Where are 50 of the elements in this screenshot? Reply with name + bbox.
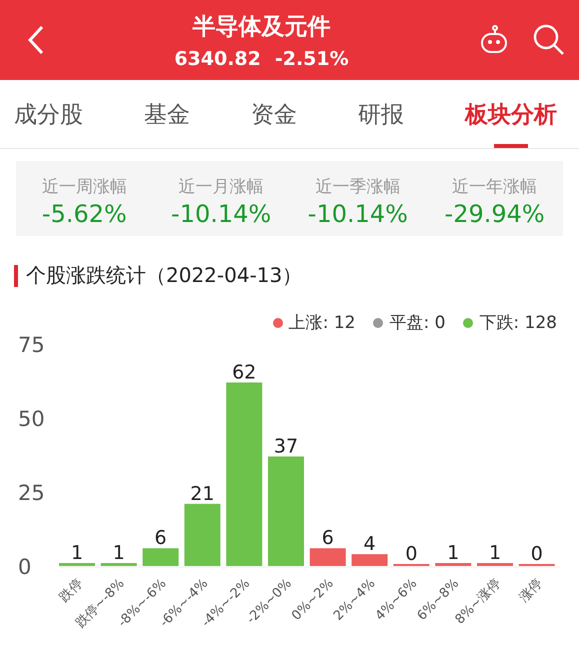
data-label: 4	[364, 533, 376, 556]
bar	[477, 563, 513, 566]
index-price: 6340.82	[174, 48, 261, 70]
bar	[184, 504, 220, 566]
category-label: 跌停	[56, 576, 86, 606]
data-label: 1	[488, 542, 502, 564]
tab[interactable]: 资金	[251, 80, 297, 148]
bar	[59, 563, 95, 566]
axis-label: 50	[18, 407, 45, 431]
price-change: -2.51%	[274, 48, 349, 70]
data-label: 21	[190, 482, 214, 505]
category-label: 涨停	[516, 576, 546, 606]
data-label: 1	[70, 542, 84, 564]
data-label: 1	[447, 542, 460, 564]
legend-label: 平盘: 0	[389, 312, 446, 334]
axis-label: 0	[18, 555, 32, 579]
bar	[142, 548, 179, 566]
legend-label: 上涨: 12	[288, 312, 356, 334]
bar	[310, 548, 346, 566]
data-label: 6	[154, 527, 167, 550]
data-label: 1	[112, 542, 125, 564]
tab[interactable]: 成分股	[14, 80, 83, 148]
bar	[435, 563, 472, 566]
bar	[100, 563, 137, 566]
stat-value: -10.14%	[308, 200, 408, 228]
data-label: 0	[530, 543, 543, 565]
data-label: 6	[322, 527, 334, 550]
data-label: 37	[274, 435, 298, 458]
robot-icon[interactable]	[478, 25, 509, 55]
stat-value: -5.62%	[42, 200, 127, 228]
section-marker	[14, 264, 18, 286]
axis-label: 75	[18, 333, 45, 357]
data-label: 62	[232, 361, 256, 384]
stat-label: 近一月涨幅	[178, 176, 264, 198]
axis-label: 25	[18, 481, 45, 505]
stat-label: 近一季涨幅	[315, 176, 400, 198]
bar	[352, 554, 388, 566]
stat-value: -10.14%	[171, 200, 272, 228]
legend-label: 下跌: 128	[479, 312, 557, 334]
search-icon[interactable]	[532, 24, 565, 56]
sector-title: 半导体及元件	[192, 12, 330, 42]
stat-label: 近一周涨幅	[42, 176, 127, 198]
stat-label: 近一年涨幅	[452, 176, 538, 198]
tab[interactable]: 研报	[358, 80, 404, 148]
section-title: 个股涨跌统计（2022-04-13）	[26, 262, 302, 289]
tab[interactable]: 板块分析	[465, 80, 557, 148]
tab[interactable]: 基金	[144, 80, 190, 148]
data-label: 0	[405, 543, 418, 565]
back-icon[interactable]	[28, 25, 44, 55]
stat-value: -29.94%	[444, 200, 545, 228]
